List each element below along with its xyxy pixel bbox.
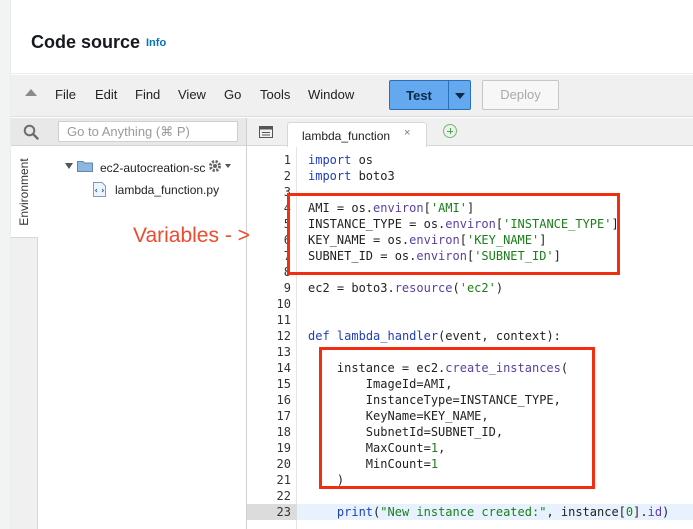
code-line: 10 <box>247 296 693 312</box>
tab-list-icon[interactable] <box>259 126 273 138</box>
folder-icon <box>77 161 93 172</box>
line-number: 23 <box>276 505 291 519</box>
line-number: 4 <box>283 201 291 215</box>
tab-environment[interactable]: Environment <box>11 146 38 238</box>
goto-bar: Go to Anything (⌘ P) <box>11 118 246 146</box>
python-file-icon <box>93 182 106 197</box>
line-number: 2 <box>283 169 291 183</box>
ide-menubar: File Edit Find View Go Tools Window Test… <box>11 75 693 117</box>
code-line: 2 import boto3 <box>247 168 693 184</box>
variables-highlight-box <box>287 193 620 275</box>
gear-icon[interactable] <box>207 158 223 174</box>
editor-tabbar: lambda_function × <box>247 118 693 147</box>
line-number: 14 <box>276 361 291 375</box>
gear-dropdown-caret-icon[interactable] <box>225 164 231 168</box>
chevron-down-icon[interactable] <box>65 163 73 169</box>
line-number: 5 <box>283 217 291 231</box>
menu-window[interactable]: Window <box>308 87 354 102</box>
code-line-current: 23 print("New instance created:", instan… <box>247 504 693 520</box>
goto-anything-input[interactable]: Go to Anything (⌘ P) <box>58 121 238 142</box>
environment-tab-label: Environment <box>17 158 31 226</box>
line-number: 19 <box>276 441 291 455</box>
code-text: ec2 = boto3.resource('ec2') <box>308 281 504 295</box>
close-icon[interactable]: × <box>404 127 410 139</box>
line-number: 1 <box>283 153 291 167</box>
search-icon[interactable] <box>23 124 39 140</box>
code-text: print("New instance created:", instance[… <box>336 505 670 519</box>
line-number: 12 <box>276 329 291 343</box>
test-button-divider <box>448 81 449 109</box>
environment-strip: Environment <box>11 146 38 529</box>
code-line: 1 import os <box>247 152 693 168</box>
line-number: 3 <box>283 185 291 199</box>
test-dropdown-caret-icon[interactable] <box>455 93 465 99</box>
test-button[interactable]: Test <box>389 80 471 110</box>
code-text: import boto3 <box>308 169 395 183</box>
line-number: 15 <box>276 377 291 391</box>
code-line: 22 <box>247 488 693 504</box>
line-number: 7 <box>283 249 291 263</box>
line-number: 22 <box>276 489 291 503</box>
file-name[interactable]: lambda_function.py <box>115 183 219 197</box>
line-number: 10 <box>276 297 291 311</box>
line-number: 17 <box>276 409 291 423</box>
line-number: 20 <box>276 457 291 471</box>
line-number: 6 <box>283 233 291 247</box>
line-number: 8 <box>283 265 291 279</box>
menu-edit[interactable]: Edit <box>95 87 117 102</box>
line-number: 18 <box>276 425 291 439</box>
code-text: def lambda_handler(event, context): <box>308 329 561 343</box>
menu-go[interactable]: Go <box>224 87 241 102</box>
page-title: Code source <box>31 32 141 52</box>
code-line: 11 <box>247 312 693 328</box>
line-number: 16 <box>276 393 291 407</box>
menu-find[interactable]: Find <box>135 87 160 102</box>
variables-annotation: Variables - > <box>133 224 250 247</box>
line-number: 13 <box>276 345 291 359</box>
menu-tools[interactable]: Tools <box>260 87 290 102</box>
info-link[interactable]: Info <box>146 37 166 49</box>
add-tab-icon-v <box>450 128 451 134</box>
line-number: 9 <box>283 281 291 295</box>
code-line: 9 ec2 = boto3.resource('ec2') <box>247 280 693 296</box>
deploy-button[interactable]: Deploy <box>482 80 559 110</box>
menu-view[interactable]: View <box>178 87 206 102</box>
menu-file[interactable]: File <box>55 87 76 102</box>
code-text: import os <box>308 153 374 167</box>
tab-lambda-function[interactable]: lambda_function × <box>287 122 427 147</box>
file-tree: ec2-autocreation-sc lambda_function.py <box>39 146 246 529</box>
line-number: 21 <box>276 473 291 487</box>
editor-tab-label: lambda_function <box>302 129 391 143</box>
code-source-header: Code source Info <box>11 0 693 74</box>
folder-name[interactable]: ec2-autocreation-sc <box>100 161 205 175</box>
add-tab-icon[interactable] <box>443 124 457 138</box>
line-number: 11 <box>276 313 291 327</box>
test-button-label: Test <box>406 88 432 103</box>
collapse-triangle-icon[interactable] <box>25 89 37 96</box>
code-line: 12 def lambda_handler(event, context): <box>247 328 693 344</box>
create-instances-highlight-box <box>319 347 595 489</box>
